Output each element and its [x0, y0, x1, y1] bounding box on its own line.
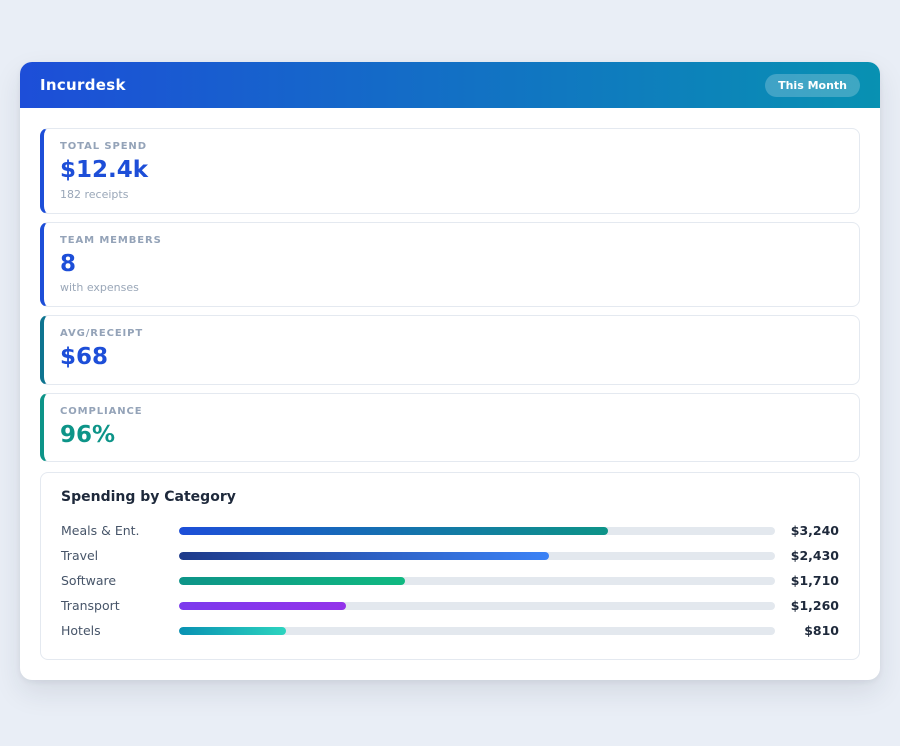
bar-track	[179, 577, 775, 585]
dashboard-card: Incurdesk This Month TOTAL SPEND $12.4k …	[20, 62, 880, 680]
bar-track	[179, 627, 775, 635]
stat-subtext: with expenses	[60, 281, 843, 294]
stat-card-team-members: TEAM MEMBERS 8 with expenses	[40, 222, 860, 308]
category-label: Travel	[61, 548, 179, 563]
stat-value: 96%	[60, 422, 843, 450]
category-amount: $1,260	[775, 598, 839, 613]
stat-card-compliance: COMPLIANCE 96%	[40, 393, 860, 463]
category-amount: $810	[775, 623, 839, 638]
bar-track	[179, 527, 775, 535]
category-label: Software	[61, 573, 179, 588]
category-label: Meals & Ent.	[61, 523, 179, 538]
stat-label: TOTAL SPEND	[60, 141, 843, 152]
category-label: Hotels	[61, 623, 179, 638]
category-row-transport: Transport $1,260	[61, 593, 839, 618]
category-row-software: Software $1,710	[61, 568, 839, 593]
bar-fill	[179, 602, 346, 610]
category-row-travel: Travel $2,430	[61, 543, 839, 568]
bar-track	[179, 602, 775, 610]
stat-value: $68	[60, 344, 843, 372]
category-row-hotels: Hotels $810	[61, 618, 839, 643]
bar-fill	[179, 552, 549, 560]
bar-track	[179, 552, 775, 560]
app-title: Incurdesk	[40, 76, 126, 94]
stat-label: TEAM MEMBERS	[60, 235, 843, 246]
spending-by-category-panel: Spending by Category Meals & Ent. $3,240…	[40, 472, 860, 660]
category-label: Transport	[61, 598, 179, 613]
panel-title: Spending by Category	[61, 489, 839, 505]
stat-label: COMPLIANCE	[60, 406, 843, 417]
app-header: Incurdesk This Month	[20, 62, 880, 108]
stat-value: $12.4k	[60, 157, 843, 185]
dashboard-content: TOTAL SPEND $12.4k 182 receipts TEAM MEM…	[20, 108, 880, 680]
bar-fill	[179, 627, 286, 635]
bar-fill	[179, 527, 608, 535]
stat-value: 8	[60, 251, 843, 279]
stat-card-avg-receipt: AVG/RECEIPT $68	[40, 315, 860, 385]
category-row-meals: Meals & Ent. $3,240	[61, 518, 839, 543]
stat-subtext: 182 receipts	[60, 188, 843, 201]
category-amount: $1,710	[775, 573, 839, 588]
category-amount: $3,240	[775, 523, 839, 538]
bar-fill	[179, 577, 405, 585]
period-badge[interactable]: This Month	[765, 74, 860, 97]
stat-label: AVG/RECEIPT	[60, 328, 843, 339]
stat-card-total-spend: TOTAL SPEND $12.4k 182 receipts	[40, 128, 860, 214]
category-amount: $2,430	[775, 548, 839, 563]
